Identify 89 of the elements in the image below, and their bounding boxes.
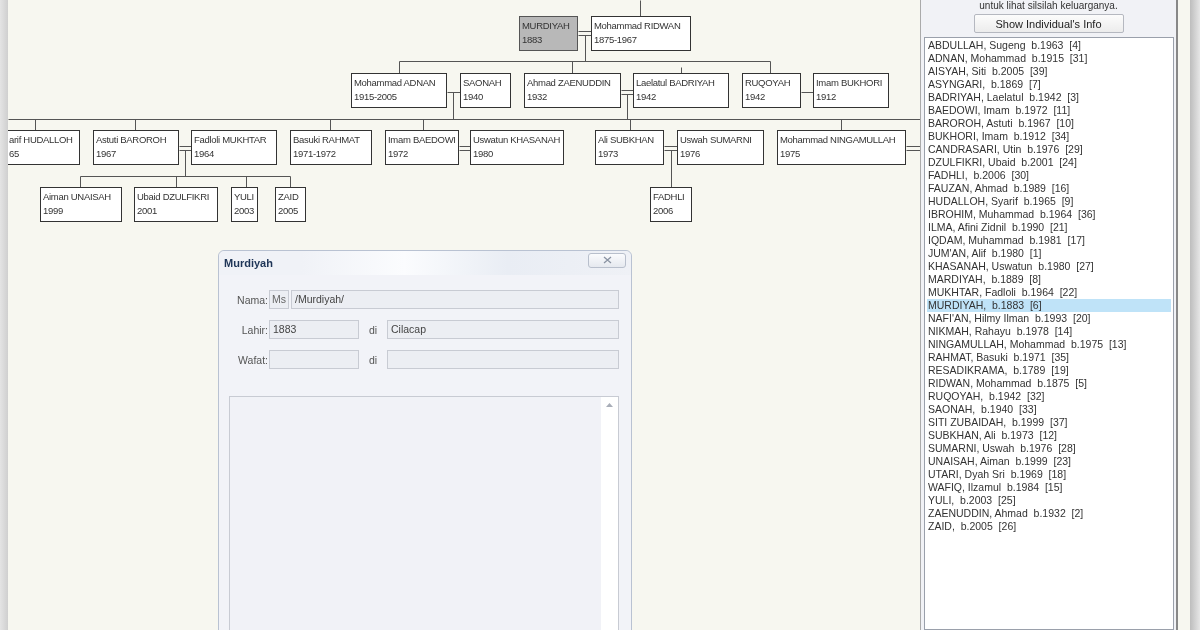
person-node[interactable]: Imam BAEDOWI 1972	[385, 130, 459, 165]
person-node[interactable]: SAONAH 1940	[460, 73, 511, 108]
connector-line	[640, 0, 641, 17]
person-list-item[interactable]: CANDRASARI, Utin b.1976 [29]	[927, 143, 1171, 156]
field-label: di	[367, 353, 379, 366]
person-node[interactable]: Aiman UNAISAH 1999	[40, 187, 122, 222]
input-field[interactable]: 1883	[269, 320, 359, 339]
field-label: Wafat:	[237, 353, 268, 366]
marriage-line	[664, 146, 678, 151]
person-node[interactable]: Laelatul BADRIYAH 1942	[633, 73, 729, 108]
person-list-item[interactable]: SUMARNI, Uswah b.1976 [28]	[927, 442, 1171, 455]
input-field[interactable]: Ms	[269, 290, 289, 309]
person-node[interactable]: arif HUDALLOH 65	[8, 130, 80, 165]
person-node[interactable]: Basuki RAHMAT 1971-1972	[290, 130, 372, 165]
person-list-item[interactable]: RAHMAT, Basuki b.1971 [35]	[927, 351, 1171, 364]
marriage-line	[447, 92, 461, 93]
person-node[interactable]: YULI 2003	[231, 187, 258, 222]
input-field[interactable]: /Murdiyah/	[291, 290, 619, 309]
person-node[interactable]: Mohammad ADNAN 1915-2005	[351, 73, 447, 108]
person-node[interactable]: ZAID 2005	[275, 187, 306, 222]
person-list-item[interactable]: FADHLI, b.2006 [30]	[927, 169, 1171, 182]
person-list-item[interactable]: JUM'AN, Alif b.1980 [1]	[927, 247, 1171, 260]
input-field[interactable]	[387, 350, 619, 369]
person-list-item[interactable]: RIDWAN, Mohammad b.1875 [5]	[927, 377, 1171, 390]
person-list-item[interactable]: IBROHIM, Muhammad b.1964 [36]	[927, 208, 1171, 221]
person-node[interactable]: Uswah SUMARNI 1976	[677, 130, 764, 165]
person-list-item[interactable]: MURDIYAH, b.1883 [6]	[927, 299, 1171, 312]
person-list-item[interactable]: HUDALLOH, Syarif b.1965 [9]	[927, 195, 1171, 208]
scroll-up-icon[interactable]	[606, 403, 613, 407]
person-list-item[interactable]: NAFI'AN, Hilmy Ilman b.1993 [20]	[927, 312, 1171, 325]
person-list-item[interactable]: ASYNGARI, b.1869 [7]	[927, 78, 1171, 91]
person-list-item[interactable]: SAONAH, b.1940 [33]	[927, 403, 1171, 416]
person-list-item[interactable]: NIKMAH, Rahayu b.1978 [14]	[927, 325, 1171, 338]
person-list-item[interactable]: ZAENUDDIN, Ahmad b.1932 [2]	[927, 507, 1171, 520]
person-list-item[interactable]: FAUZAN, Ahmad b.1989 [16]	[927, 182, 1171, 195]
person-list-item[interactable]: UTARI, Dyah Sri b.1969 [18]	[927, 468, 1171, 481]
person-list-item[interactable]: ZAID, b.2005 [26]	[927, 520, 1171, 533]
person-node[interactable]: Ahmad ZAENUDDIN 1932	[524, 73, 621, 108]
person-list-item[interactable]: SUBKHAN, Ali b.1973 [12]	[927, 429, 1171, 442]
person-list-item[interactable]: ILMA, Afini Zidnil b.1990 [21]	[927, 221, 1171, 234]
marriage-line	[621, 90, 634, 95]
person-node[interactable]: MURDIYAH 1883	[519, 16, 578, 51]
person-node[interactable]: Mohammad NINGAMULLAH 1975	[777, 130, 906, 165]
person-list-item[interactable]: BAROROH, Astuti b.1967 [10]	[927, 117, 1171, 130]
close-icon[interactable]	[602, 256, 612, 264]
person-node[interactable]: RUQOYAH 1942	[742, 73, 801, 108]
person-list-item[interactable]: DZULFIKRI, Ubaid b.2001 [24]	[927, 156, 1171, 169]
person-node[interactable]: Ali SUBKHAN 1973	[595, 130, 664, 165]
person-node[interactable]: Uswatun KHASANAH 1980	[470, 130, 564, 165]
person-list-item[interactable]: SITI ZUBAIDAH, b.1999 [37]	[927, 416, 1171, 429]
person-node[interactable]: Fadloli MUKHTAR 1964	[191, 130, 277, 165]
person-list-item[interactable]: RESADIKRAMA, b.1789 [19]	[927, 364, 1171, 377]
marriage-line	[906, 146, 921, 151]
field-label: Lahir:	[240, 323, 268, 336]
person-node[interactable]: Ubaid DZULFIKRI 2001	[134, 187, 218, 222]
person-list-item[interactable]: WAFIQ, Ilzamul b.1984 [15]	[927, 481, 1171, 494]
scrollbar[interactable]	[601, 397, 618, 630]
person-list-item[interactable]: BADRIYAH, Laelatul b.1942 [3]	[927, 91, 1171, 104]
dialog-title: Murdiyah	[224, 257, 273, 269]
connector-line	[671, 150, 672, 188]
person-node[interactable]: Imam BUKHORI 1912	[813, 73, 889, 108]
input-field[interactable]	[269, 350, 359, 369]
close-button[interactable]	[588, 252, 626, 268]
person-list-item[interactable]: UNAISAH, Aiman b.1999 [23]	[927, 455, 1171, 468]
person-list-item[interactable]: AISYAH, Siti b.2005 [39]	[927, 65, 1171, 78]
person-list-item[interactable]: BAEDOWI, Imam b.1972 [11]	[927, 104, 1171, 117]
person-list-item[interactable]: BUKHORI, Imam b.1912 [34]	[927, 130, 1171, 143]
person-node[interactable]: FADHLI 2006	[650, 187, 692, 222]
person-list-item[interactable]: NINGAMULLAH, Mohammad b.1975 [13]	[927, 338, 1171, 351]
person-list-item[interactable]: ABDULLAH, Sugeng b.1963 [4]	[927, 39, 1171, 52]
person-node[interactable]: Astuti BAROROH 1967	[93, 130, 179, 165]
hint-text: untuk lihat silsilah keluarganya.	[979, 0, 1118, 12]
input-field[interactable]: Cilacap	[387, 320, 619, 339]
person-list-item[interactable]: KHASANAH, Uswatun b.1980 [27]	[927, 260, 1171, 273]
notes-field[interactable]	[229, 396, 619, 630]
marriage-line	[179, 146, 192, 151]
marriage-line	[801, 92, 814, 93]
person-list-item[interactable]: ADNAN, Mohammad b.1915 [31]	[927, 52, 1171, 65]
person-list-item[interactable]: RUQOYAH, b.1942 [32]	[927, 390, 1171, 403]
person-list-item[interactable]: IQDAM, Muhammad b.1981 [17]	[927, 234, 1171, 247]
marriage-line	[459, 146, 471, 151]
field-label: di	[367, 323, 379, 336]
person-list-item[interactable]: YULI, b.2003 [25]	[927, 494, 1171, 507]
marriage-line	[578, 31, 592, 36]
person-list-item[interactable]: MARDIYAH, b.1889 [8]	[927, 273, 1171, 286]
person-list-item[interactable]: MUKHTAR, Fadloli b.1964 [22]	[927, 286, 1171, 299]
show-info-button[interactable]: Show Individual's Info	[973, 14, 1124, 33]
field-label: Nama:	[236, 293, 268, 306]
person-node[interactable]: Mohammad RIDWAN 1875-1967	[591, 16, 691, 51]
